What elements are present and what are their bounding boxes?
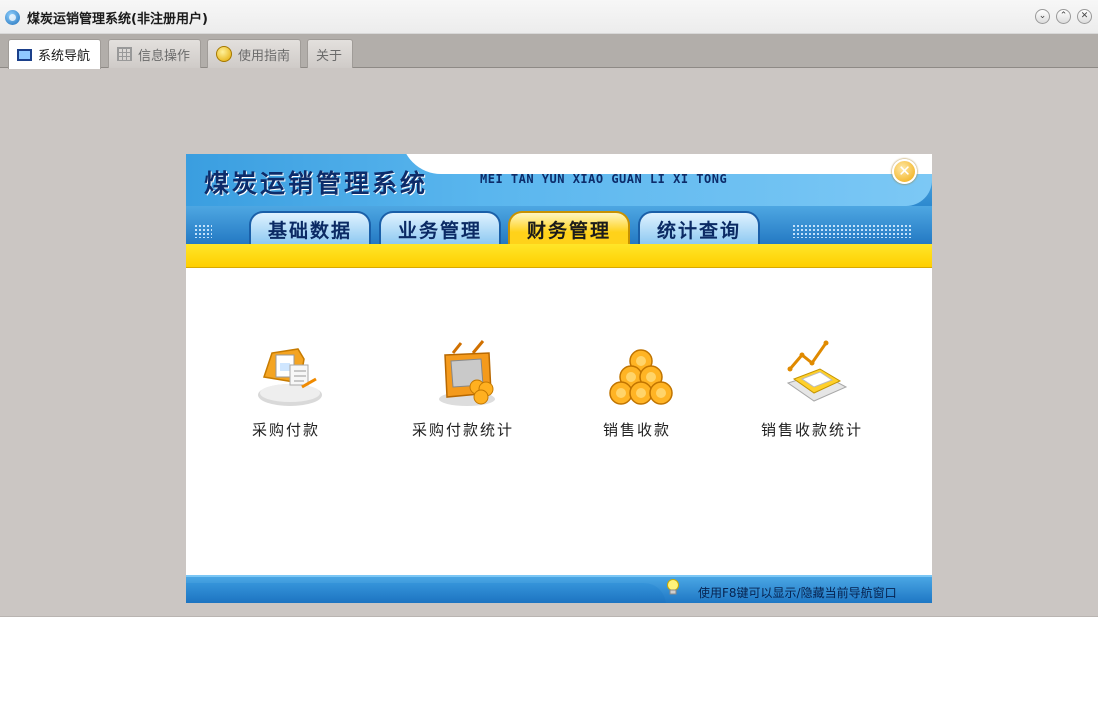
module-item-purchase-payment[interactable]: 采购付款 bbox=[211, 339, 361, 449]
purchase-payment-icon bbox=[258, 348, 322, 406]
nav-tab-basic-data[interactable]: 基础数据 bbox=[249, 211, 371, 245]
coins-icon bbox=[609, 349, 673, 405]
close-panel-icon[interactable]: ✕ bbox=[892, 159, 917, 184]
nav-tab-statistics-query[interactable]: 统计查询 bbox=[638, 211, 760, 245]
title-bar: 煤炭运销管理系统(非注册用户) ⌄ ⌃ ✕ bbox=[0, 0, 1098, 34]
decorative-dots bbox=[194, 224, 212, 238]
tab-information-operation[interactable]: 信息操作 bbox=[108, 39, 202, 68]
window-title: 煤炭运销管理系统(非注册用户) bbox=[27, 12, 208, 27]
monitor-icon bbox=[17, 48, 32, 61]
header-decoration bbox=[401, 154, 932, 174]
module-content: 采购付款 采购付款统计 销售收款 销售收款统计 bbox=[186, 269, 932, 575]
tab-label: 信息操作 bbox=[138, 48, 191, 64]
tab-strip: 系统导航 信息操作 使用指南 关于 bbox=[0, 34, 1098, 69]
system-pinyin: MEI TAN YUN XIAO GUAN LI XI TONG bbox=[480, 172, 728, 186]
module-item-label: 销售收款统计 bbox=[760, 421, 863, 439]
app-window: 煤炭运销管理系统(非注册用户) ⌄ ⌃ ✕ 系统导航 信息操作 使用指南 关于 … bbox=[0, 0, 1098, 617]
module-item-label: 销售收款 bbox=[602, 421, 671, 439]
lightbulb-icon bbox=[667, 579, 679, 595]
tab-user-guide[interactable]: 使用指南 bbox=[207, 39, 302, 68]
grid-icon bbox=[117, 47, 132, 61]
tab-label: 使用指南 bbox=[238, 48, 291, 64]
maximize-button[interactable]: ⌃ bbox=[1056, 9, 1071, 24]
nav-tab-finance-management[interactable]: 财务管理 bbox=[508, 211, 630, 245]
app-logo-icon bbox=[5, 10, 20, 25]
module-item-purchase-payment-stats[interactable]: 采购付款统计 bbox=[388, 339, 538, 449]
footer-decoration bbox=[186, 583, 666, 603]
help-icon bbox=[216, 46, 232, 62]
close-button[interactable]: ✕ bbox=[1077, 9, 1092, 24]
module-nav-bar: 基础数据 业务管理 财务管理 统计查询 bbox=[186, 206, 932, 245]
accent-strip bbox=[186, 244, 932, 268]
decorative-dots bbox=[792, 224, 912, 238]
tab-about[interactable]: 关于 bbox=[307, 39, 354, 68]
module-item-sales-receipt[interactable]: 销售收款 bbox=[562, 339, 712, 449]
nav-tab-business-management[interactable]: 业务管理 bbox=[379, 211, 501, 245]
module-item-label: 采购付款统计 bbox=[411, 421, 514, 439]
tab-label: 系统导航 bbox=[38, 49, 91, 64]
module-item-label: 采购付款 bbox=[251, 421, 320, 439]
system-title: 煤炭运销管理系统 bbox=[204, 169, 429, 198]
panel-footer: 使用F8键可以显示/隐藏当前导航窗口 bbox=[186, 575, 932, 603]
panel-header: 煤炭运销管理系统 MEI TAN YUN XIAO GUAN LI XI TON… bbox=[186, 154, 932, 245]
minimize-button[interactable]: ⌄ bbox=[1035, 9, 1050, 24]
purchase-stats-icon bbox=[439, 340, 495, 406]
tab-system-navigation[interactable]: 系统导航 bbox=[8, 39, 102, 69]
sales-stats-icon bbox=[786, 340, 848, 402]
navigation-panel: 煤炭运销管理系统 MEI TAN YUN XIAO GUAN LI XI TON… bbox=[186, 154, 932, 603]
tab-label: 关于 bbox=[316, 48, 343, 64]
module-item-sales-receipt-stats[interactable]: 销售收款统计 bbox=[737, 339, 887, 449]
footer-hint: 使用F8键可以显示/隐藏当前导航窗口 bbox=[698, 586, 897, 600]
